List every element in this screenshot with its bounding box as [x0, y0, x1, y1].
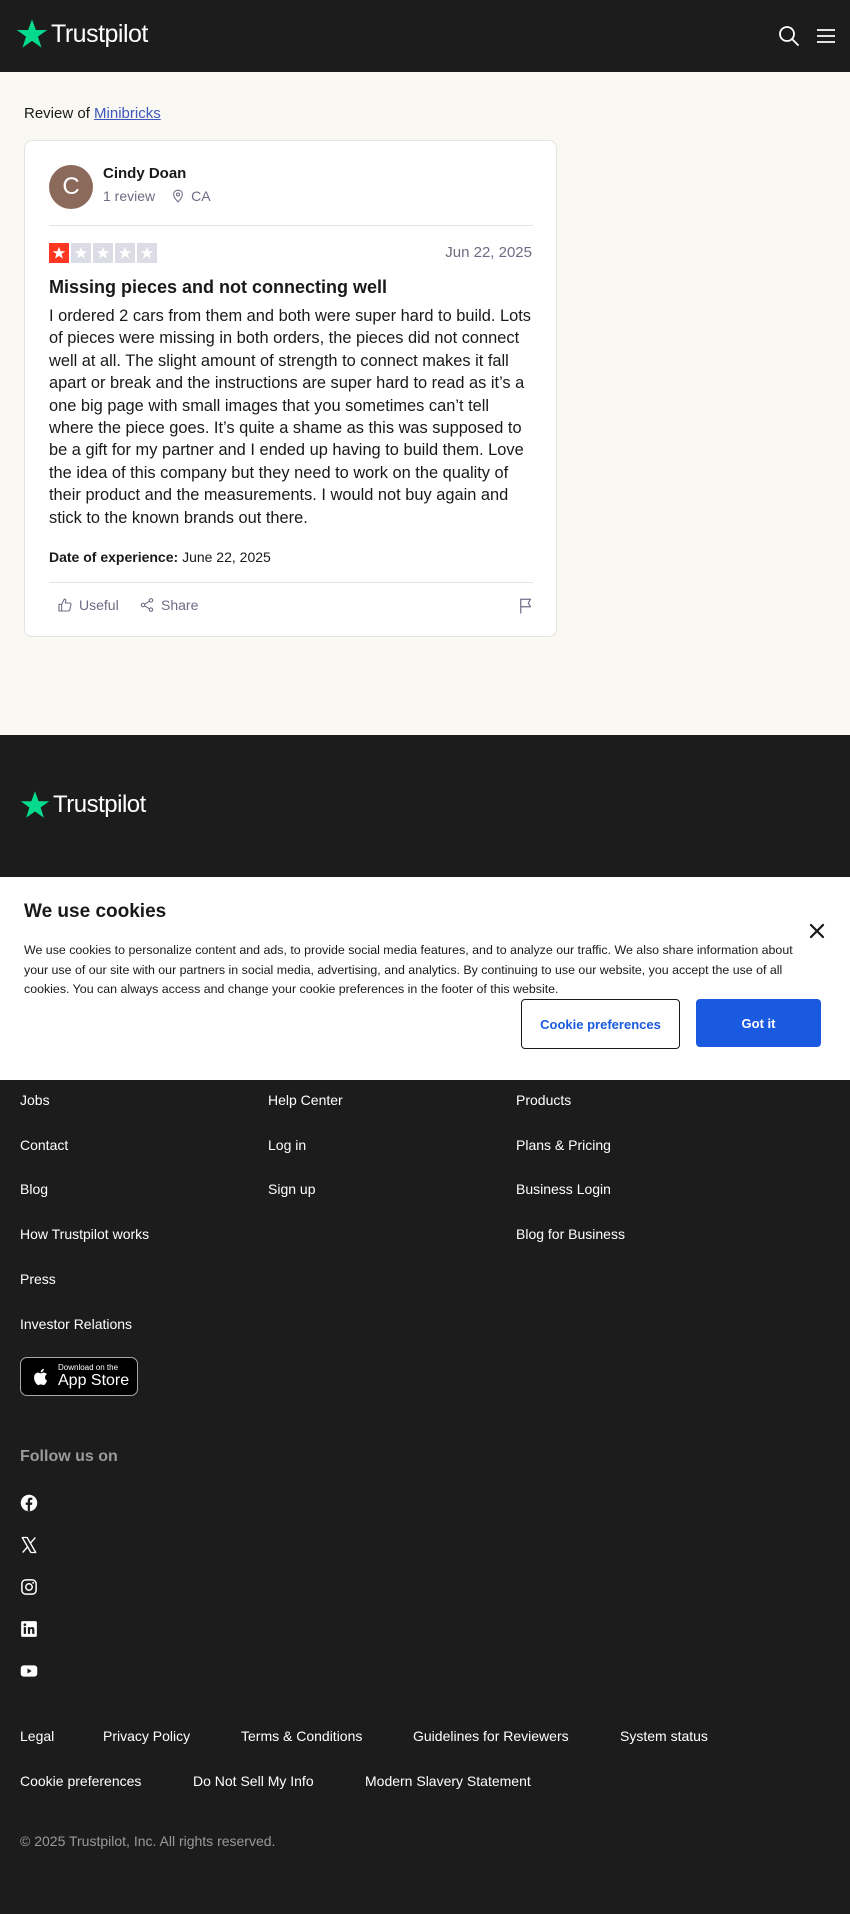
review-of-line: Review of Minibricks: [24, 105, 161, 122]
legal-link-terms[interactable]: Terms & Conditions: [241, 1728, 362, 1744]
footer-link-plans-pricing[interactable]: Plans & Pricing: [516, 1137, 611, 1153]
facebook-icon[interactable]: [20, 1494, 38, 1512]
trustpilot-logo[interactable]: Trustpilot: [16, 18, 148, 50]
location-pin-icon: [173, 189, 184, 203]
search-icon[interactable]: [777, 24, 801, 48]
divider: [49, 225, 533, 226]
review-card: C Cindy Doan 1 review CA Jun 22, 2025 Mi…: [24, 140, 557, 637]
star-logo-icon: [16, 19, 48, 48]
experience-label: Date of experience:: [49, 549, 179, 565]
star-logo-icon: [20, 791, 50, 818]
site-header: Trustpilot: [0, 0, 850, 72]
company-link[interactable]: Minibricks: [94, 105, 161, 122]
close-icon[interactable]: [808, 922, 826, 940]
star-filled-icon: [49, 243, 69, 263]
legal-link-cookie-preferences[interactable]: Cookie preferences: [20, 1773, 141, 1789]
got-it-button[interactable]: Got it: [696, 999, 821, 1047]
review-body: I ordered 2 cars from them and both were…: [49, 307, 531, 527]
linkedin-icon[interactable]: [20, 1620, 38, 1638]
legal-link-do-not-sell[interactable]: Do Not Sell My Info: [193, 1773, 314, 1789]
legal-link-legal[interactable]: Legal: [20, 1728, 54, 1744]
logo-text: Trustpilot: [51, 19, 148, 48]
footer-link-contact[interactable]: Contact: [20, 1137, 68, 1153]
footer-logo-text: Trustpilot: [53, 791, 146, 818]
star-empty-icon: [93, 243, 113, 263]
useful-button[interactable]: Useful: [57, 597, 119, 613]
app-store-big-text: App Store: [58, 1372, 130, 1389]
footer-link-how-it-works[interactable]: How Trustpilot works: [20, 1226, 149, 1242]
review-actions: Useful Share: [49, 577, 533, 637]
review-date: Jun 22, 2025: [445, 244, 532, 261]
x-icon[interactable]: [20, 1536, 38, 1554]
menu-icon[interactable]: [814, 24, 838, 48]
footer-logo[interactable]: Trustpilot: [20, 790, 146, 820]
experience-date: June 22, 2025: [182, 549, 271, 565]
cookie-text: We use cookies to personalize content an…: [24, 943, 793, 996]
footer-link-blog-for-business[interactable]: Blog for Business: [516, 1226, 625, 1242]
apple-icon: [34, 1368, 48, 1385]
copyright: © 2025 Trustpilot, Inc. All rights reser…: [20, 1833, 276, 1849]
reviewer-meta: 1 review CA: [103, 188, 211, 204]
footer-link-jobs[interactable]: Jobs: [20, 1092, 50, 1108]
legal-link-system-status[interactable]: System status: [620, 1728, 708, 1744]
cookie-title: We use cookies: [24, 901, 167, 922]
legal-link-privacy[interactable]: Privacy Policy: [103, 1728, 190, 1744]
review-of-prefix: Review of: [24, 105, 90, 122]
footer-link-blog[interactable]: Blog: [20, 1181, 48, 1197]
thumbs-up-icon: [58, 598, 72, 612]
main-content: Review of Minibricks C Cindy Doan 1 revi…: [0, 72, 850, 735]
footer-link-investor-relations[interactable]: Investor Relations: [20, 1316, 132, 1332]
footer-link-log-in[interactable]: Log in: [268, 1137, 306, 1153]
footer-link-help-center[interactable]: Help Center: [268, 1092, 343, 1108]
instagram-icon[interactable]: [20, 1578, 38, 1596]
flag-icon[interactable]: [517, 597, 535, 615]
share-label: Share: [161, 597, 199, 613]
app-store-small-text: Download on the: [58, 1363, 119, 1372]
footer-link-business-login[interactable]: Business Login: [516, 1181, 611, 1197]
legal-link-guidelines[interactable]: Guidelines for Reviewers: [413, 1728, 569, 1744]
youtube-icon[interactable]: [20, 1662, 38, 1680]
share-button[interactable]: Share: [139, 597, 198, 613]
star-empty-icon: [137, 243, 157, 263]
share-icon: [140, 598, 154, 612]
useful-label: Useful: [79, 597, 119, 613]
follow-us-title: Follow us on: [20, 1448, 118, 1465]
review-count: 1 review: [103, 188, 156, 204]
cookie-preferences-button[interactable]: Cookie preferences: [521, 999, 680, 1049]
star-empty-icon: [115, 243, 135, 263]
footer-link-press[interactable]: Press: [20, 1271, 56, 1287]
reviewer-location: CA: [191, 188, 211, 204]
footer-link-sign-up[interactable]: Sign up: [268, 1181, 315, 1197]
review-title[interactable]: Missing pieces and not connecting well: [49, 277, 387, 298]
reviewer-name[interactable]: Cindy Doan: [103, 165, 186, 182]
cookie-banner: We use cookies We use cookies to persona…: [0, 877, 850, 1080]
footer-link-products[interactable]: Products: [516, 1092, 571, 1108]
star-empty-icon: [71, 243, 91, 263]
date-of-experience: Date of experience: June 22, 2025: [49, 549, 271, 565]
legal-link-modern-slavery[interactable]: Modern Slavery Statement: [365, 1773, 531, 1789]
app-store-text: Download on the App Store: [58, 1364, 129, 1389]
avatar[interactable]: C: [49, 165, 93, 209]
star-rating: [49, 243, 157, 263]
app-store-button[interactable]: Download on the App Store: [20, 1357, 138, 1396]
